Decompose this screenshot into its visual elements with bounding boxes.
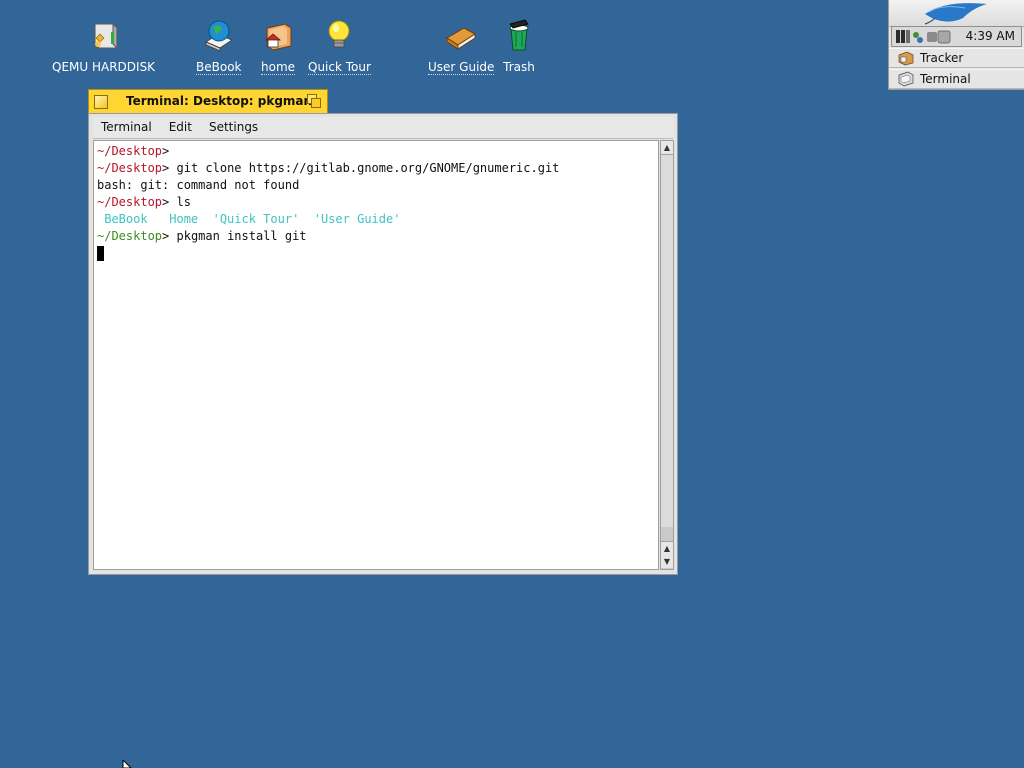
desktop-icon-label: Quick Tour [308,60,371,75]
window-zoom-button[interactable] [307,94,321,108]
desktop-icon-label: BeBook [196,60,242,75]
terminal-output[interactable]: ~/Desktop> ~/Desktop> git clone https://… [93,140,659,570]
menu-settings[interactable]: Settings [201,117,267,138]
haiku-menu-button[interactable] [889,0,1024,27]
globe-book-icon [202,18,236,56]
ls-entry: 'Quick Tour' [198,212,300,226]
system-tray: 4:39 AM [891,26,1022,47]
lightbulb-icon [322,18,356,56]
tray-status-icons [896,30,951,44]
prompt-path: ~/Desktop [97,229,163,243]
home-folder-icon [261,18,295,56]
output-text: bash: git: command not found [97,178,300,192]
terminal-line [97,245,658,262]
deskbar-item-terminal[interactable]: Terminal [889,69,1024,89]
window-title: Terminal: Desktop: pkgman [126,94,313,108]
command-text: ls [169,195,191,209]
window-title-tab[interactable]: Terminal: Desktop: pkgman [88,89,328,113]
book-icon [444,18,478,56]
desktop-icon-label: home [261,60,296,75]
terminal-line: BeBook Home 'Quick Tour' 'User Guide' [97,211,658,228]
deskbar-item-label: Terminal [920,72,971,86]
terminal-line: bash: git: command not found [97,177,658,194]
desktop-icon-trash[interactable]: Trash [502,18,536,74]
vertical-scrollbar[interactable]: ▲ ▲ ▼ [660,140,674,570]
desktop-icon-quick-tour[interactable]: Quick Tour [308,18,371,75]
menu-terminal[interactable]: Terminal [93,117,161,138]
text-cursor [97,246,104,261]
scroll-down-arrow-icon[interactable]: ▼ [661,555,673,568]
desktop-icon-harddisk[interactable]: QEMU HARDDISK [52,18,155,74]
terminal-line: ~/Desktop> [97,143,658,160]
deskbar-item-tracker[interactable]: Tracker [889,48,1024,68]
deskbar-item-label: Tracker [920,51,964,65]
terminal-window: Terminal Edit Settings ~/Desktop> ~/Desk… [88,113,678,575]
haiku-leaf-icon [924,3,987,25]
tracker-icon [898,51,914,66]
prompt-path: ~/Desktop [97,144,163,158]
menu-edit[interactable]: Edit [161,117,201,138]
desktop-icon-bebook[interactable]: BeBook [196,18,242,75]
trash-icon [502,18,536,56]
window-close-button[interactable] [94,95,108,109]
menu-bar: Terminal Edit Settings [93,117,673,139]
terminal-line: ~/Desktop> git clone https://gitlab.gnom… [97,160,658,177]
prompt-path: ~/Desktop [97,195,163,209]
desktop-icon-home[interactable]: home [261,18,296,75]
desktop-icon-label: Trash [503,60,535,74]
prompt-sep: > [162,144,170,158]
clock[interactable]: 4:39 AM [966,29,1015,43]
ls-entry: BeBook [97,212,148,226]
desktop[interactable]: QEMU HARDDISK BeBook home Quick Tour Use… [0,0,1024,768]
desktop-icon-label: QEMU HARDDISK [52,60,156,74]
terminal-icon [898,71,914,87]
desktop-icon-user-guide[interactable]: User Guide [428,18,495,75]
mouse-pointer-icon [122,760,132,768]
terminal-line: ~/Desktop> pkgman install git [97,228,658,245]
ls-entry: 'User Guide' [299,212,401,226]
harddisk-icon [87,18,121,56]
scroll-thumb[interactable] [661,155,673,527]
command-text: pkgman install git [169,229,307,243]
scroll-up-arrow-icon[interactable]: ▲ [661,541,673,556]
prompt-path: ~/Desktop [97,161,163,175]
desktop-icon-label: User Guide [428,60,495,75]
ls-entry: Home [147,212,199,226]
deskbar: 4:39 AM Tracker Terminal [888,0,1024,90]
terminal-line: ~/Desktop> ls [97,194,658,211]
scroll-up-arrow-icon[interactable]: ▲ [661,141,673,155]
command-text: git clone https://gitlab.gnome.org/GNOME… [169,161,560,175]
